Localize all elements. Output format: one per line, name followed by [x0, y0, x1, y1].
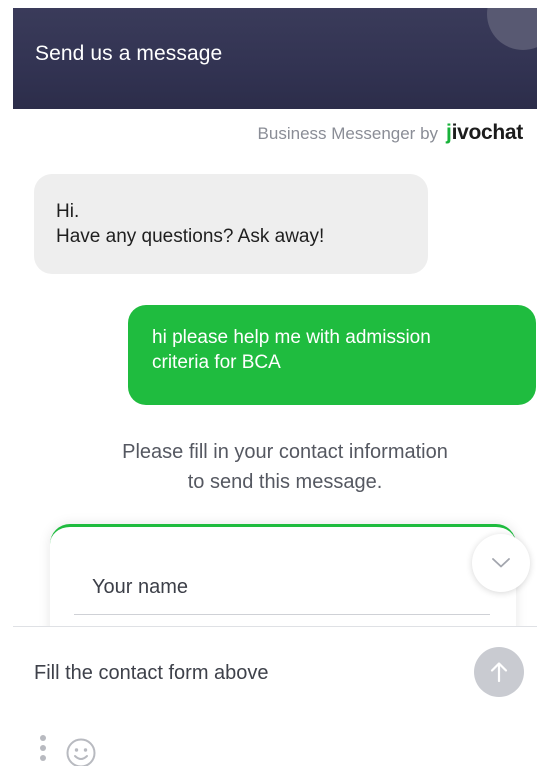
- jivochat-logo: jivochat: [446, 121, 523, 145]
- arrow-up-icon: [490, 662, 508, 683]
- chat-header: Send us a message: [13, 8, 537, 109]
- scroll-down-button[interactable]: [472, 534, 530, 592]
- message-composer: [13, 626, 537, 766]
- agent-message-line-1: Hi.: [56, 201, 80, 222]
- send-button[interactable]: [474, 647, 524, 697]
- chat-widget: Send us a message Business Messenger by …: [0, 0, 537, 766]
- smiley-icon[interactable]: [65, 737, 97, 766]
- user-message-bubble: hi please help me with admission criteri…: [128, 305, 536, 405]
- agent-message-line-2: Have any questions? Ask away!: [56, 226, 325, 247]
- branding-text: Business Messenger by: [257, 124, 439, 143]
- header-decoration: [487, 8, 537, 50]
- agent-message-bubble: Hi. Have any questions? Ask away!: [34, 174, 428, 274]
- dot: [40, 755, 46, 761]
- header-title: Send us a message: [35, 42, 223, 65]
- dot: [40, 745, 46, 751]
- message-input[interactable]: [34, 659, 454, 687]
- notice-line-1: Please fill in your contact information: [122, 441, 448, 463]
- user-message-line-2: criteria for BCA: [152, 352, 281, 373]
- logo-rest: ivochat: [451, 121, 524, 144]
- contact-info-notice: Please fill in your contact information …: [60, 437, 510, 497]
- chevron-down-icon: [492, 558, 510, 568]
- branding[interactable]: Business Messenger by jivochat: [257, 121, 524, 145]
- vertical-dots-icon[interactable]: [37, 735, 49, 766]
- notice-line-2: to send this message.: [187, 471, 383, 493]
- name-input[interactable]: [74, 561, 490, 615]
- user-message-line-1: hi please help me with admission: [152, 327, 431, 348]
- dot: [40, 735, 46, 741]
